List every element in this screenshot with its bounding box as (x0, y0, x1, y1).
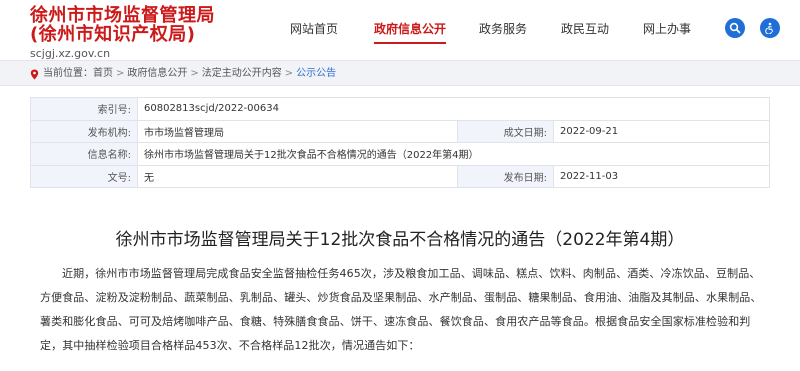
article-body: 近期，徐州市市场监督管理局完成食品安全监督抽检任务465次，涉及粮食加工品、调味… (40, 267, 762, 352)
publish-date-value: 2022-11-03 (553, 164, 770, 188)
doc-number-label: 文号: (30, 164, 138, 188)
breadcrumb-label: 当前位置： (43, 68, 93, 79)
nav-item-online-services[interactable]: 网上办事 (643, 20, 691, 38)
nav-item-gov-info[interactable]: 政府信息公开 (374, 20, 447, 44)
breadcrumb-gov-info[interactable]: 政府信息公开 (127, 67, 187, 81)
index-label: 索引号: (30, 97, 138, 121)
publisher-label: 发布机构: (30, 119, 138, 143)
nav-item-interaction[interactable]: 政民互动 (561, 20, 609, 38)
table-row: 发布机构: 市市场监督管理局 成文日期: 2022-09-21 (30, 119, 770, 143)
table-row: 文号: 无 发布日期: 2022-11-03 (30, 164, 770, 188)
breadcrumb-current[interactable]: 公示公告 (296, 67, 336, 81)
doc-number-value: 无 (137, 164, 458, 188)
location-pin-icon (30, 69, 39, 80)
site-domain: scjgj.xz.gov.cn (30, 47, 111, 60)
document-info-table: 索引号: 60802813scjd/2022-00634 发布机构: 市市场监督… (30, 97, 770, 188)
breadcrumb-bar: 当前位置： 首页 > 政府信息公开 > 法定主动公开内容 > 公示公告 (0, 60, 800, 86)
site-header: 徐州市市场监督管理局 (徐州市知识产权局) scjgj.xz.gov.cn 网站… (0, 0, 800, 60)
info-name-label: 信息名称: (30, 142, 138, 166)
created-date-label: 成文日期: (457, 119, 554, 143)
breadcrumb-home[interactable]: 首页 (93, 67, 113, 81)
breadcrumb-statutory[interactable]: 法定主动公开内容 (202, 67, 282, 81)
breadcrumb-separator: > (116, 68, 125, 79)
breadcrumb-separator: > (190, 68, 199, 79)
nav-item-gov-services[interactable]: 政务服务 (479, 20, 527, 38)
info-name-value: 徐州市市场监督管理局关于12批次食品不合格情况的通告（2022年第4期） (137, 142, 770, 166)
publisher-value: 市市场监督管理局 (137, 119, 458, 143)
search-button[interactable] (725, 18, 745, 38)
created-date-value: 2022-09-21 (553, 119, 770, 143)
breadcrumb: 当前位置： 首页 > 政府信息公开 > 法定主动公开内容 > 公示公告 (30, 67, 336, 81)
index-value: 60802813scjd/2022-00634 (137, 97, 770, 121)
search-icon (729, 22, 741, 34)
breadcrumb-separator: > (284, 68, 294, 79)
accessibility-button[interactable] (760, 18, 780, 38)
table-row: 信息名称: 徐州市市场监督管理局关于12批次食品不合格情况的通告（2022年第4… (30, 142, 770, 166)
article-title: 徐州市市场监督管理局关于12批次食品不合格情况的通告（2022年第4期） (115, 230, 685, 250)
nav-item-home[interactable]: 网站首页 (290, 20, 338, 38)
accessibility-icon (764, 22, 776, 34)
table-row: 索引号: 60802813scjd/2022-00634 (30, 97, 770, 121)
main-nav: 网站首页 政府信息公开 政务服务 政民互动 网上办事 (0, 20, 800, 44)
publish-date-label: 发布日期: (457, 164, 554, 188)
